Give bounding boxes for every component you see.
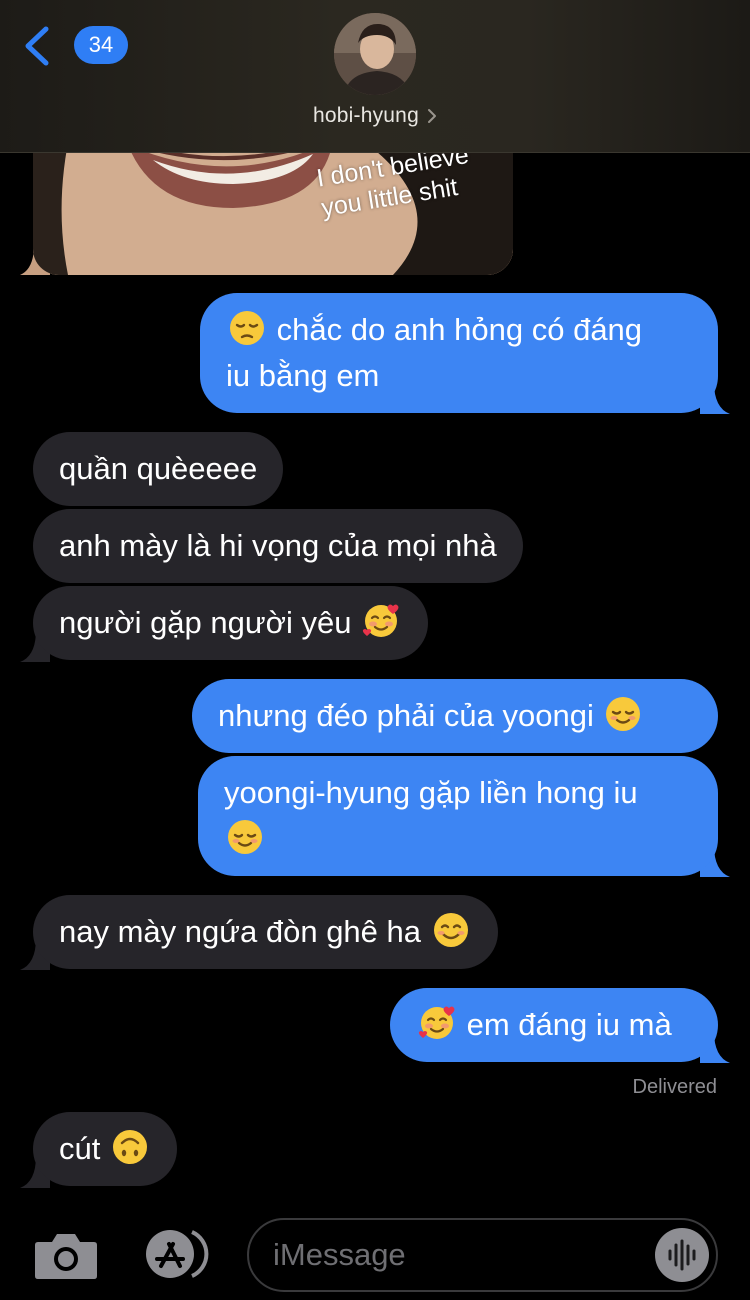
message-line: iu bằng em <box>226 358 380 393</box>
pensive-face-icon <box>230 311 264 345</box>
message-text: quần quèeeee <box>59 451 258 486</box>
message-text: chắc do anh hỏng có đáng iu bằng em <box>226 307 692 399</box>
delivered-status: Delivered <box>632 1076 717 1098</box>
message-text: em đáng iu mà <box>466 1007 672 1042</box>
message-text: yoongi-hyung gặp liền hong iu <box>224 775 638 810</box>
smiling-face-icon <box>433 913 468 947</box>
incoming-message[interactable]: cút <box>33 1112 177 1186</box>
waveform-icon <box>668 1239 696 1271</box>
contact-name-row: hobi-hyung <box>0 104 750 128</box>
avatar-photo <box>334 13 416 95</box>
outgoing-message[interactable]: em đáng iu mà <box>390 988 718 1062</box>
audio-message-button[interactable] <box>655 1228 709 1282</box>
incoming-message[interactable]: người gặp người yêu <box>33 586 429 660</box>
smiling-face-with-hearts-icon <box>362 604 399 637</box>
outgoing-message[interactable]: nhưng đéo phải của yoongi <box>192 679 718 753</box>
back-button[interactable]: 34 <box>22 24 128 68</box>
unread-count-badge: 34 <box>74 26 128 64</box>
chevron-left-icon <box>25 26 49 66</box>
app-store-icon[interactable] <box>140 1228 212 1280</box>
message-text: cút <box>59 1131 101 1166</box>
incoming-message[interactable]: anh mày là hi vọng của mọi nhà <box>33 509 523 583</box>
contact-name: hobi-hyung <box>313 104 419 127</box>
outgoing-message[interactable]: yoongi-hyung gặp liền hong iu <box>198 756 718 876</box>
relieved-face-icon <box>228 820 262 854</box>
conversation-header: 34 hobi-hyung <box>0 0 750 153</box>
message-line: chắc do anh hỏng có đáng <box>276 312 643 347</box>
incoming-message[interactable]: nay mày ngứa đòn ghê ha <box>33 895 498 969</box>
message-text: người gặp người yêu <box>59 605 352 640</box>
message-text: nay mày ngứa đòn ghê ha <box>59 914 422 949</box>
message-text: anh mày là hi vọng của mọi nhà <box>59 528 497 563</box>
chevron-right-icon <box>427 109 436 123</box>
outgoing-message[interactable]: chắc do anh hỏng có đáng iu bằng em <box>200 293 718 413</box>
upside-down-face-icon <box>112 1130 147 1164</box>
camera-icon[interactable] <box>34 1230 98 1280</box>
imessage-input[interactable] <box>247 1218 718 1292</box>
contact-avatar[interactable] <box>334 13 416 95</box>
smiling-face-with-hearts-icon <box>418 1006 455 1039</box>
message-text: nhưng đéo phải của yoongi <box>218 698 594 733</box>
relieved-face-icon <box>606 697 641 731</box>
incoming-message[interactable]: quần quèeeee <box>33 432 284 506</box>
contact-details-button[interactable]: hobi-hyung <box>313 104 437 128</box>
